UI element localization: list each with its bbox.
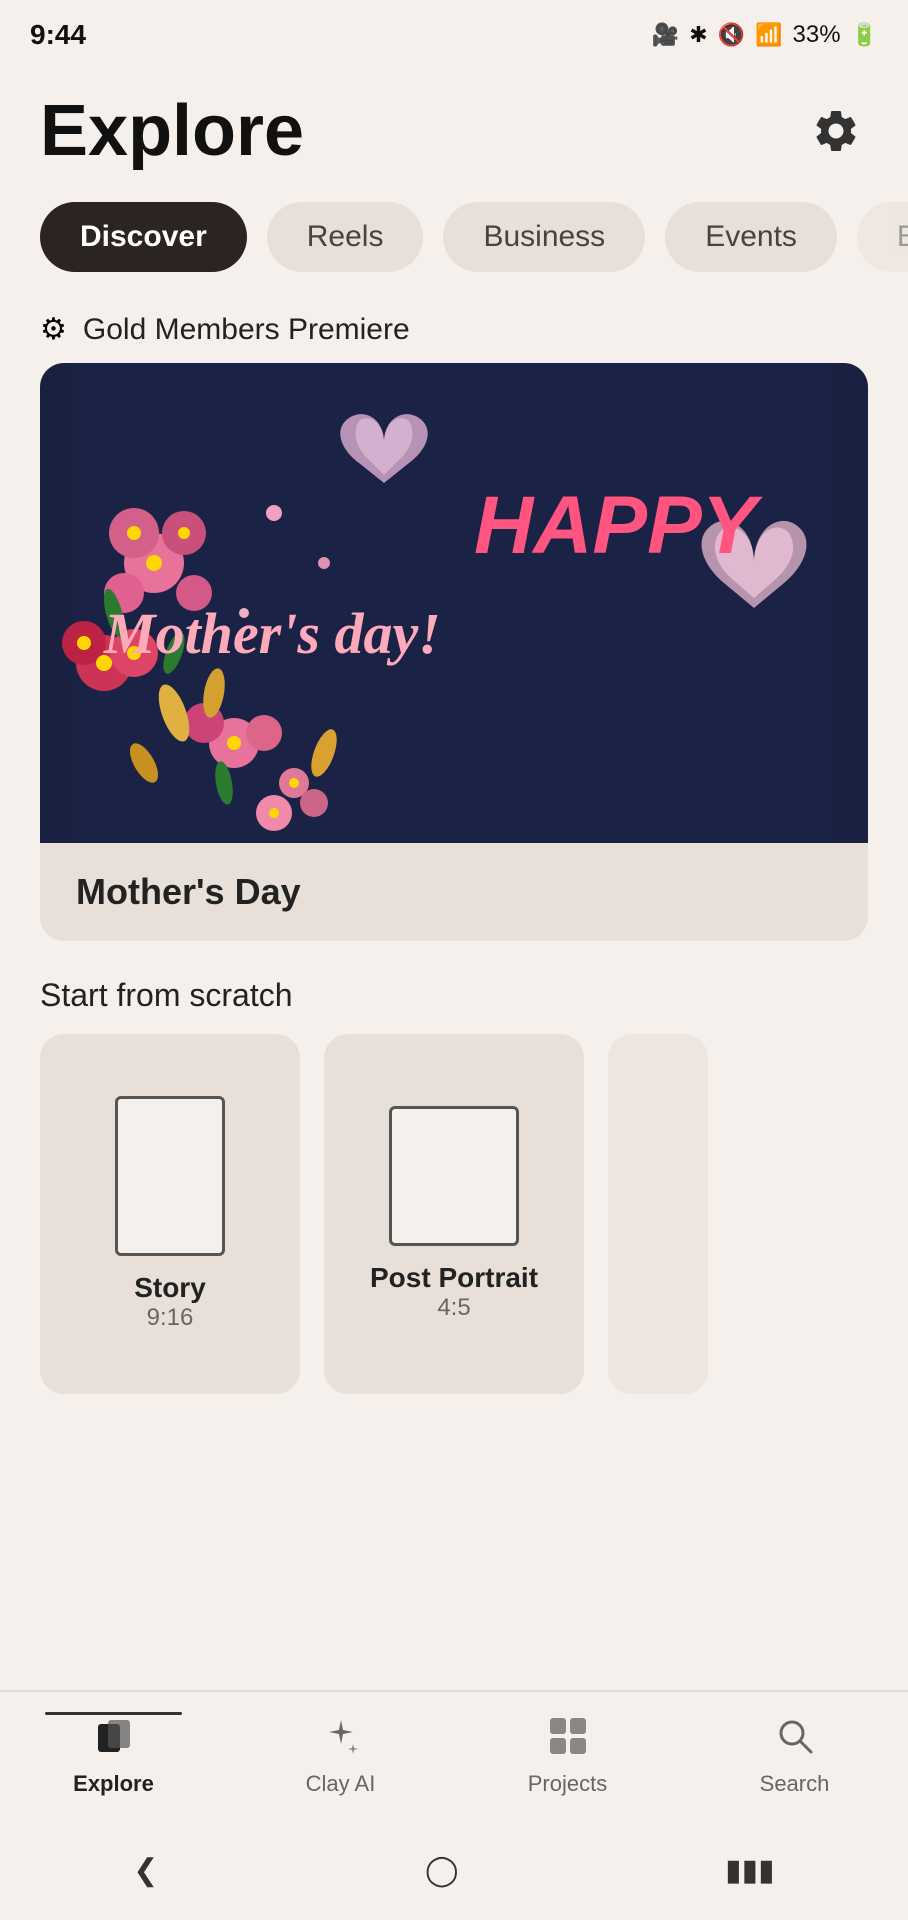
category-tabs: Discover Reels Business Events B… xyxy=(0,182,908,292)
wifi-icon: 📶 xyxy=(755,22,782,48)
nav-clay-ai-label: Clay AI xyxy=(306,1771,376,1797)
camera-icon: 🎥 xyxy=(652,22,679,48)
gear-icon xyxy=(811,106,861,156)
card-decoration: HAPPY Mother's day! xyxy=(40,363,868,843)
explore-icon xyxy=(94,1716,134,1765)
page-title: Explore xyxy=(40,90,304,172)
back-button[interactable]: ❮ xyxy=(133,1853,158,1888)
status-icons: 🎥 ✱ 🔇 📶 33% 🔋 xyxy=(652,21,878,49)
scratch-card-partial[interactable] xyxy=(608,1034,708,1394)
nav-explore-label: Explore xyxy=(73,1771,154,1797)
post-portrait-icon xyxy=(389,1106,519,1246)
system-nav-bar: ❮ ◯ ▮▮▮ xyxy=(0,1820,908,1920)
battery-text: 33% xyxy=(793,21,841,49)
mute-icon: 🔇 xyxy=(718,22,745,48)
nav-search[interactable]: Search xyxy=(681,1716,908,1797)
search-icon xyxy=(775,1716,815,1765)
tab-business[interactable]: Business xyxy=(443,202,645,272)
status-time: 9:44 xyxy=(30,19,86,51)
card-image: HAPPY Mother's day! xyxy=(40,363,868,843)
settings-button[interactable] xyxy=(804,99,868,163)
post-portrait-label: Post Portrait 4:5 xyxy=(370,1262,538,1322)
projects-icon xyxy=(548,1716,588,1765)
nav-projects[interactable]: Projects xyxy=(454,1716,681,1797)
svg-text:Mother's day!: Mother's day! xyxy=(103,601,441,666)
mothers-day-card[interactable]: HAPPY Mother's day! Mother's Day xyxy=(40,363,868,941)
scratch-cards-row: Story 9:16 Post Portrait 4:5 xyxy=(0,1034,908,1394)
tab-discover[interactable]: Discover xyxy=(40,202,247,272)
tab-events[interactable]: Events xyxy=(665,202,837,272)
scratch-section-header: Start from scratch xyxy=(0,941,908,1034)
story-label: Story 9:16 xyxy=(134,1272,206,1332)
nav-explore[interactable]: Explore xyxy=(0,1716,227,1797)
svg-text:HAPPY: HAPPY xyxy=(474,480,763,571)
recent-button[interactable]: ▮▮▮ xyxy=(725,1853,775,1888)
nav-projects-label: Projects xyxy=(528,1771,607,1797)
nav-search-label: Search xyxy=(760,1771,830,1797)
scratch-card-story[interactable]: Story 9:16 xyxy=(40,1034,300,1394)
battery-icon: 🔋 xyxy=(851,22,878,48)
gold-members-label: Gold Members Premiere xyxy=(83,313,410,347)
nav-clay-ai[interactable]: Clay AI xyxy=(227,1716,454,1797)
tab-more[interactable]: B… xyxy=(857,202,908,272)
bluetooth-icon: ✱ xyxy=(689,22,707,48)
clay-ai-icon xyxy=(321,1716,361,1765)
scratch-card-post-portrait[interactable]: Post Portrait 4:5 xyxy=(324,1034,584,1394)
gold-star-icon: ⚙ xyxy=(40,312,67,347)
story-icon xyxy=(115,1096,225,1256)
card-title: Mother's Day xyxy=(40,843,868,941)
status-bar: 9:44 🎥 ✱ 🔇 📶 33% 🔋 xyxy=(0,0,908,70)
home-button[interactable]: ◯ xyxy=(425,1853,459,1888)
tab-reels[interactable]: Reels xyxy=(267,202,424,272)
app-header: Explore xyxy=(0,70,908,182)
bottom-navigation: Explore Clay AI Projects xyxy=(0,1690,908,1820)
gold-members-section: ⚙ Gold Members Premiere xyxy=(0,292,908,363)
